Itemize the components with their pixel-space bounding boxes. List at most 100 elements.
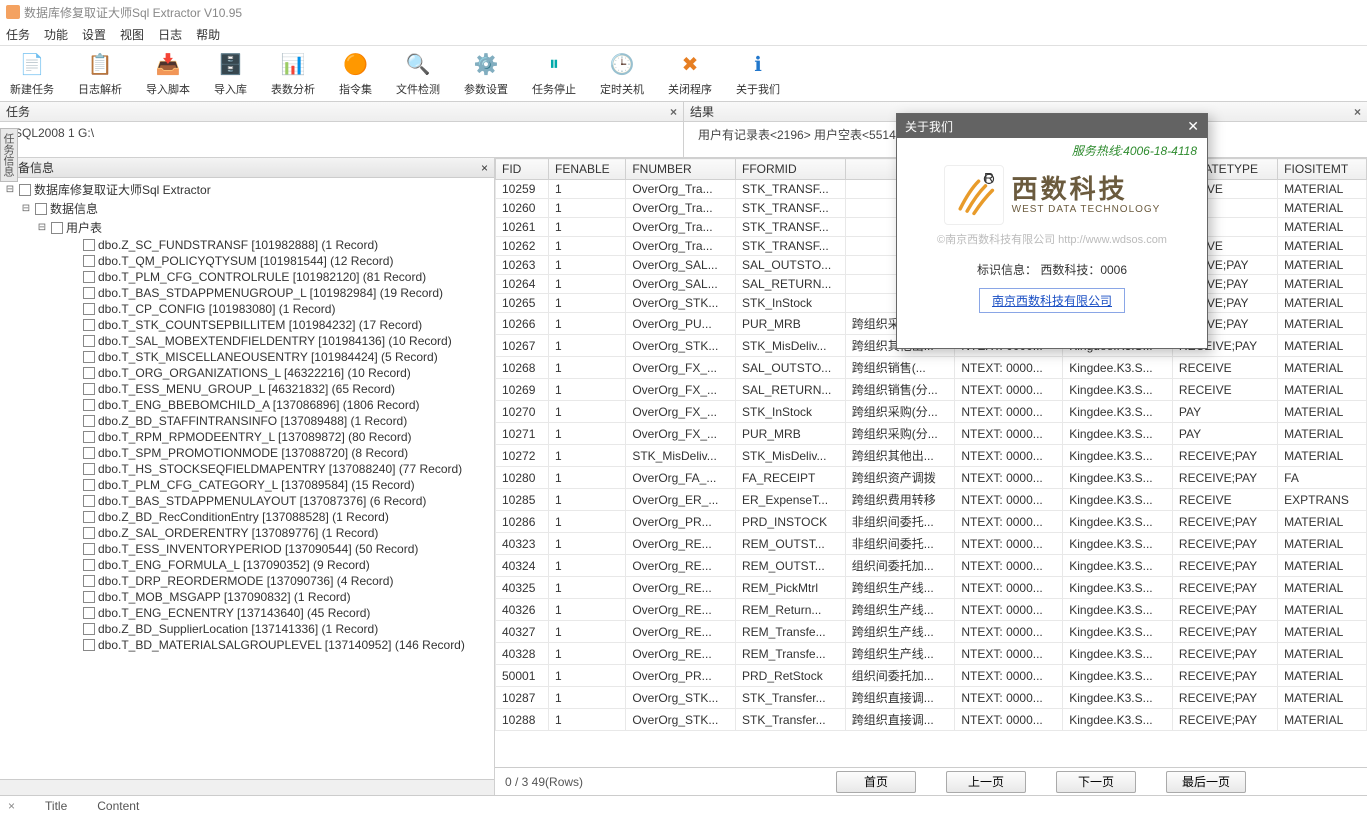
tree-item-20[interactable]: dbo.T_ENG_FORMULA_L [137090352] (9 Recor…: [4, 557, 490, 573]
tree-checkbox[interactable]: [83, 527, 95, 539]
menu-1[interactable]: 功能: [44, 26, 68, 43]
tree-item-7[interactable]: dbo.T_STK_MISCELLANEOUSENTRY [101984424]…: [4, 349, 490, 365]
menu-2[interactable]: 设置: [82, 26, 106, 43]
tree-checkbox[interactable]: [83, 399, 95, 411]
tree-item-14[interactable]: dbo.T_HS_STOCKSEQFIELDMAPENTRY [13708824…: [4, 461, 490, 477]
table-row[interactable]: 403281OverOrg_RE...REM_Transfe...跨组织生产线.…: [496, 643, 1367, 665]
pager-btn-1[interactable]: 上一页: [946, 771, 1026, 793]
tree-item-6[interactable]: dbo.T_SAL_MOBEXTENDFIELDENTRY [101984136…: [4, 333, 490, 349]
tree-checkbox[interactable]: [19, 184, 31, 196]
tree-checkbox[interactable]: [83, 591, 95, 603]
tree-checkbox[interactable]: [35, 203, 47, 215]
statusbar-close[interactable]: ×: [8, 799, 15, 813]
tree-item-22[interactable]: dbo.T_MOB_MSGAPP [137090832] (1 Record): [4, 589, 490, 605]
menu-0[interactable]: 任务: [6, 26, 30, 43]
tree-item-11[interactable]: dbo.Z_BD_STAFFINTRANSINFO [137089488] (1…: [4, 413, 490, 429]
tree-checkbox[interactable]: [83, 431, 95, 443]
tree-checkbox[interactable]: [83, 239, 95, 251]
col-0[interactable]: FID: [496, 159, 549, 180]
tree-item-17[interactable]: dbo.Z_BD_RecConditionEntry [137088528] (…: [4, 509, 490, 525]
pager-btn-3[interactable]: 最后一页: [1166, 771, 1246, 793]
table-row[interactable]: 102721STK_MisDeliv...STK_MisDeliv...跨组织其…: [496, 445, 1367, 467]
tree[interactable]: ⊟数据库修复取证大师Sql Extractor⊟数据信息⊟用户表dbo.Z_SC…: [0, 178, 494, 779]
log-parse-button[interactable]: 📋日志解析: [78, 51, 122, 97]
tree-close[interactable]: ×: [481, 161, 488, 175]
tree-item-21[interactable]: dbo.T_DRP_REORDERMODE [137090736] (4 Rec…: [4, 573, 490, 589]
tree-item-23[interactable]: dbo.T_ENG_ECNENTRY [137143640] (45 Recor…: [4, 605, 490, 621]
table-row[interactable]: 102681OverOrg_FX_...SAL_OUTSTO...跨组织销售(.…: [496, 357, 1367, 379]
tree-checkbox[interactable]: [51, 222, 63, 234]
tree-toggle-icon[interactable]: ⊟: [4, 184, 16, 195]
tree-checkbox[interactable]: [83, 319, 95, 331]
tree-checkbox[interactable]: [83, 271, 95, 283]
tree-checkbox[interactable]: [83, 511, 95, 523]
pager-btn-0[interactable]: 首页: [836, 771, 916, 793]
tree-checkbox[interactable]: [83, 383, 95, 395]
table-analyze-button[interactable]: 📊表数分析: [271, 51, 315, 97]
tree-checkbox[interactable]: [83, 351, 95, 363]
menu-4[interactable]: 日志: [158, 26, 182, 43]
tree-checkbox[interactable]: [83, 607, 95, 619]
new-task-button[interactable]: 📄新建任务: [10, 51, 54, 97]
table-row[interactable]: 403261OverOrg_RE...REM_Return...跨组织生产线..…: [496, 599, 1367, 621]
col-2[interactable]: FNUMBER: [626, 159, 736, 180]
tree-root[interactable]: ⊟数据库修复取证大师Sql Extractor: [4, 180, 490, 199]
tree-checkbox[interactable]: [83, 559, 95, 571]
tree-checkbox[interactable]: [83, 623, 95, 635]
table-row[interactable]: 102691OverOrg_FX_...SAL_RETURN...跨组织销售(分…: [496, 379, 1367, 401]
tree-toggle-icon[interactable]: ⊟: [20, 203, 32, 214]
tree-checkbox[interactable]: [83, 335, 95, 347]
tree-item-18[interactable]: dbo.Z_SAL_ORDERENTRY [137089776] (1 Reco…: [4, 525, 490, 541]
tree-checkbox[interactable]: [83, 639, 95, 651]
tree-toggle-icon[interactable]: ⊟: [36, 222, 48, 233]
tree-item-10[interactable]: dbo.T_ENG_BBEBOMCHILD_A [137086896] (180…: [4, 397, 490, 413]
tree-item-0[interactable]: dbo.Z_SC_FUNDSTRANSF [101982888] (1 Reco…: [4, 237, 490, 253]
tree-item-13[interactable]: dbo.T_SPM_PROMOTIONMODE [137088720] (8 R…: [4, 445, 490, 461]
cmdset-button[interactable]: 🟠指令集: [339, 51, 372, 97]
about-button[interactable]: ℹ关于我们: [736, 51, 780, 97]
tree-checkbox[interactable]: [83, 367, 95, 379]
tree-item-25[interactable]: dbo.T_BD_MATERIALSALGROUPLEVEL [13714095…: [4, 637, 490, 653]
tree-item-1[interactable]: dbo.T_QM_POLICYQTYSUM [101981544] (12 Re…: [4, 253, 490, 269]
table-row[interactable]: 102711OverOrg_FX_...PUR_MRB跨组织采购(分...NTE…: [496, 423, 1367, 445]
tree-lvl2[interactable]: ⊟数据信息: [4, 199, 490, 218]
tree-item-3[interactable]: dbo.T_BAS_STDAPPMENUGROUP_L [101982984] …: [4, 285, 490, 301]
table-row[interactable]: 403251OverOrg_RE...REM_PickMtrl跨组织生产线...…: [496, 577, 1367, 599]
tree-item-16[interactable]: dbo.T_BAS_STDAPPMENULAYOUT [137087376] (…: [4, 493, 490, 509]
import-script-button[interactable]: 📥导入脚本: [146, 51, 190, 97]
menu-3[interactable]: 视图: [120, 26, 144, 43]
table-row[interactable]: 102701OverOrg_FX_...STK_InStock跨组织采购(分..…: [496, 401, 1367, 423]
tree-checkbox[interactable]: [83, 479, 95, 491]
table-row[interactable]: 102871OverOrg_STK...STK_Transfer...跨组织直接…: [496, 687, 1367, 709]
table-row[interactable]: 403241OverOrg_RE...REM_OUTST...组织间委托加...…: [496, 555, 1367, 577]
table-row[interactable]: 102861OverOrg_PR...PRD_INSTOCK非组织间委托...N…: [496, 511, 1367, 533]
tree-checkbox[interactable]: [83, 303, 95, 315]
table-row[interactable]: 403231OverOrg_RE...REM_OUTST...非组织间委托...…: [496, 533, 1367, 555]
tree-item-24[interactable]: dbo.Z_BD_SupplierLocation [137141336] (1…: [4, 621, 490, 637]
tree-item-4[interactable]: dbo.T_CP_CONFIG [101983080] (1 Record): [4, 301, 490, 317]
tree-item-15[interactable]: dbo.T_PLM_CFG_CATEGORY_L [137089584] (15…: [4, 477, 490, 493]
menu-5[interactable]: 帮助: [196, 26, 220, 43]
about-link[interactable]: 南京西数科技有限公司: [979, 288, 1125, 313]
import-db-button[interactable]: 🗄️导入库: [214, 51, 247, 97]
tree-lvl3[interactable]: ⊟用户表: [4, 218, 490, 237]
task-panel-close[interactable]: ×: [670, 105, 677, 119]
result-panel-close[interactable]: ×: [1354, 105, 1361, 119]
tree-checkbox[interactable]: [83, 543, 95, 555]
tree-hscroll[interactable]: [0, 779, 494, 795]
about-titlebar[interactable]: 关于我们 ✕: [897, 114, 1207, 138]
table-row[interactable]: 102851OverOrg_ER_...ER_ExpenseT...跨组织费用转…: [496, 489, 1367, 511]
table-row[interactable]: 500011OverOrg_PR...PRD_RetStock组织间委托加...…: [496, 665, 1367, 687]
pager-btn-2[interactable]: 下一页: [1056, 771, 1136, 793]
tree-item-9[interactable]: dbo.T_ESS_MENU_GROUP_L [46321832] (65 Re…: [4, 381, 490, 397]
tree-checkbox[interactable]: [83, 287, 95, 299]
about-close-icon[interactable]: ✕: [1187, 118, 1199, 135]
tree-item-19[interactable]: dbo.T_ESS_INVENTORYPERIOD [137090544] (5…: [4, 541, 490, 557]
col-1[interactable]: FENABLE: [548, 159, 625, 180]
tree-checkbox[interactable]: [83, 463, 95, 475]
tree-checkbox[interactable]: [83, 415, 95, 427]
tree-item-5[interactable]: dbo.T_STK_COUNTSEPBILLITEM [101984232] (…: [4, 317, 490, 333]
tree-item-2[interactable]: dbo.T_PLM_CFG_CONTROLRULE [101982120] (8…: [4, 269, 490, 285]
table-row[interactable]: 102801OverOrg_FA_...FA_RECEIPT跨组织资产调拨NTE…: [496, 467, 1367, 489]
tree-checkbox[interactable]: [83, 255, 95, 267]
